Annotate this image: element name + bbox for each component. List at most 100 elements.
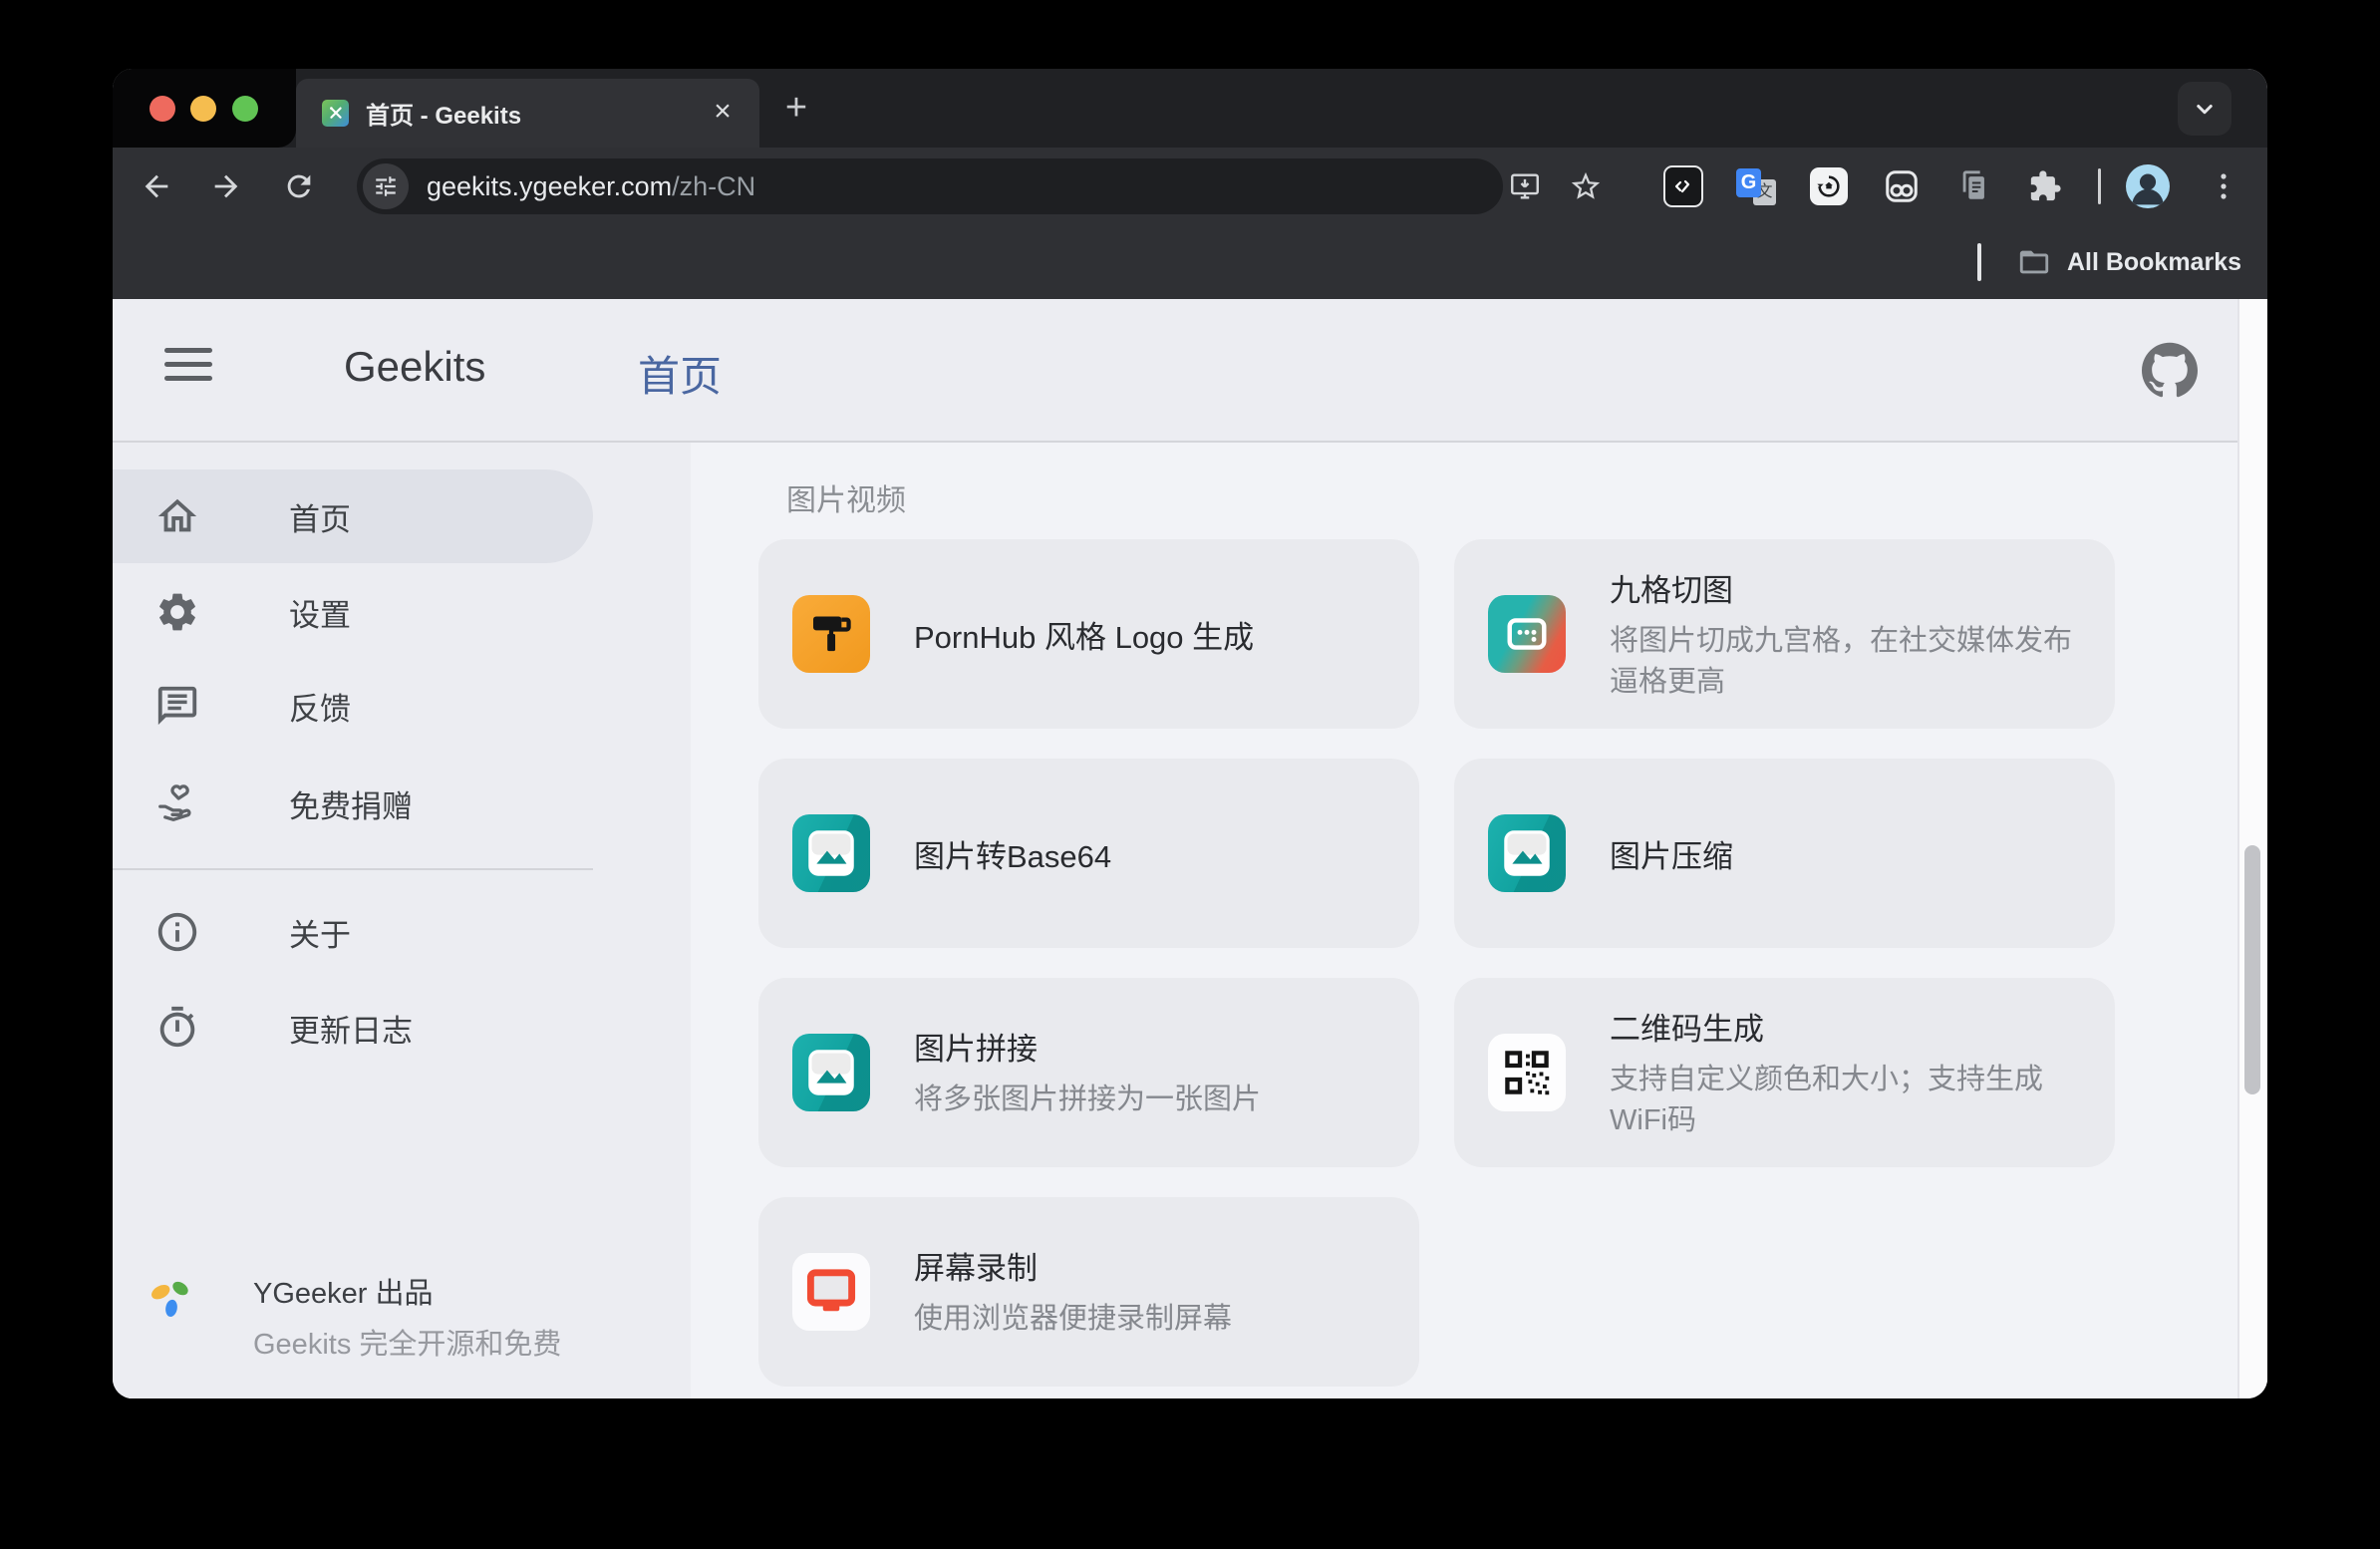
tab-strip: 首页 - Geekits × + xyxy=(113,69,2267,148)
scrollbar-thumb[interactable] xyxy=(2244,845,2260,1094)
card-image-stitch[interactable]: 图片拼接 将多张图片拼接为一张图片 xyxy=(758,978,1419,1167)
footer-publisher: YGeeker 出品 xyxy=(253,1270,561,1312)
extension-home-refresh-button[interactable] xyxy=(1809,166,1849,206)
card-title: 二维码生成 xyxy=(1610,1004,2079,1049)
toolbar-separator xyxy=(2098,168,2101,204)
person-icon xyxy=(2126,164,2170,208)
sidebar-item-label: 关于 xyxy=(289,910,351,955)
card-title: 图片压缩 xyxy=(1610,831,1733,876)
info-icon xyxy=(154,909,200,955)
card-subtitle: 使用浏览器便捷录制屏幕 xyxy=(914,1299,1232,1340)
profile-avatar[interactable] xyxy=(2126,164,2170,208)
copy-pages-icon xyxy=(1957,169,1991,203)
url-text[interactable]: geekits.ygeeker.com/zh-CN xyxy=(427,171,755,202)
image-icon xyxy=(792,814,870,892)
card-subtitle: 支持自定义颜色和大小；支持生成WiFi码 xyxy=(1610,1060,2079,1141)
sidebar-item-home[interactable]: 首页 xyxy=(113,469,593,563)
bookmarks-separator xyxy=(1977,243,1981,281)
sidebar-divider xyxy=(113,868,593,870)
sidebar-item-changelog[interactable]: 更新日志 xyxy=(113,981,593,1075)
all-bookmarks-button[interactable]: All Bookmarks xyxy=(2067,248,2241,277)
site-favicon-icon xyxy=(322,100,349,127)
browser-toolbar: geekits.ygeeker.com/zh-CN 文G xyxy=(113,148,2267,225)
sidebar-item-label: 设置 xyxy=(289,590,351,635)
browser-tab[interactable]: 首页 - Geekits × xyxy=(296,79,759,148)
timer-icon xyxy=(154,1005,200,1051)
card-title: 九格切图 xyxy=(1610,565,2079,610)
menu-hamburger-icon[interactable] xyxy=(164,348,212,390)
extensions-puzzle-icon[interactable] xyxy=(2028,169,2062,203)
sidebar-item-feedback[interactable]: 反馈 xyxy=(113,659,593,753)
back-icon[interactable] xyxy=(140,169,173,203)
install-app-icon[interactable] xyxy=(1508,169,1542,203)
card-image-to-base64[interactable]: 图片转Base64 xyxy=(758,759,1419,948)
home-icon xyxy=(154,493,200,539)
sidebar: 首页 设置 反馈 免费捐赠 xyxy=(113,443,691,1398)
goggles-icon xyxy=(1883,167,1921,205)
feedback-icon xyxy=(154,683,200,729)
reload-icon[interactable] xyxy=(282,169,316,203)
extension-mask-button[interactable] xyxy=(1882,166,1922,206)
card-subtitle: 将多张图片拼接为一张图片 xyxy=(914,1080,1261,1120)
image-icon xyxy=(1488,814,1566,892)
home-refresh-icon xyxy=(1810,167,1848,205)
sidebar-item-label: 首页 xyxy=(289,494,351,539)
code-icon xyxy=(1663,165,1703,207)
footer-tagline: Geekits 完全开源和免费 xyxy=(253,1321,561,1363)
chevron-down-icon xyxy=(2190,94,2220,124)
close-window-button[interactable] xyxy=(149,96,175,122)
page-scrollbar[interactable] xyxy=(2237,299,2267,1398)
page-body: 首页 设置 反馈 免费捐赠 xyxy=(113,443,2267,1398)
card-nine-grid-crop[interactable]: 九格切图 将图片切成九宫格，在社交媒体发布逼格更高 xyxy=(1454,539,2115,729)
gear-icon xyxy=(154,589,200,635)
hand-heart-icon xyxy=(154,780,200,826)
sidebar-item-settings[interactable]: 设置 xyxy=(113,565,593,659)
tool-card-grid: PornHub 风格 Logo 生成 xyxy=(758,539,2115,1387)
extension-translate-button[interactable]: 文G xyxy=(1736,166,1776,206)
extension-devtool-button[interactable] xyxy=(1663,166,1703,206)
qrcode-icon xyxy=(1488,1034,1566,1111)
card-pornhub-logo[interactable]: PornHub 风格 Logo 生成 xyxy=(758,539,1419,729)
card-qrcode-generator[interactable]: 二维码生成 支持自定义颜色和大小；支持生成WiFi码 xyxy=(1454,978,2115,1167)
tab-close-icon[interactable]: × xyxy=(706,97,740,131)
sidebar-item-label: 更新日志 xyxy=(289,1006,413,1051)
bookmarks-bar: All Bookmarks xyxy=(113,225,2267,299)
new-tab-button[interactable]: + xyxy=(776,89,816,129)
fullscreen-window-button[interactable] xyxy=(232,96,258,122)
extension-clipboard-button[interactable] xyxy=(1954,166,1994,206)
forward-icon[interactable] xyxy=(209,169,243,203)
site-brand[interactable]: Geekits xyxy=(344,343,485,391)
grid-crop-icon xyxy=(1488,595,1566,673)
card-image-compress[interactable]: 图片压缩 xyxy=(1454,759,2115,948)
tab-search-button[interactable] xyxy=(2178,82,2231,136)
ygeeker-logo-icon xyxy=(148,1276,195,1324)
bookmark-star-icon[interactable] xyxy=(1569,169,1603,203)
screen-record-icon xyxy=(792,1253,870,1331)
card-subtitle: 将图片切成九宫格，在社交媒体发布逼格更高 xyxy=(1610,621,2079,703)
paint-roller-icon xyxy=(792,595,870,673)
section-title: 图片视频 xyxy=(786,475,906,519)
card-title: 图片拼接 xyxy=(914,1024,1261,1069)
github-icon[interactable] xyxy=(2142,342,2198,398)
sidebar-item-donate[interactable]: 免费捐赠 xyxy=(113,757,593,850)
card-screen-record[interactable]: 屏幕录制 使用浏览器便捷录制屏幕 xyxy=(758,1197,1419,1387)
main-content: 图片视频 PornHub 风格 Logo 生成 xyxy=(691,443,2239,1398)
card-title: PornHub 风格 Logo 生成 xyxy=(914,612,1254,657)
browser-menu-icon[interactable] xyxy=(2212,169,2235,203)
current-page-title: 首页 xyxy=(638,343,722,404)
address-bar[interactable]: geekits.ygeeker.com/zh-CN xyxy=(357,158,1503,214)
tune-icon xyxy=(373,173,399,199)
browser-window: 首页 - Geekits × + geekits.ygeeker.com/zh-… xyxy=(113,69,2267,1398)
card-title: 图片转Base64 xyxy=(914,831,1111,876)
sidebar-footer: YGeeker 出品 Geekits 完全开源和免费 xyxy=(148,1270,561,1363)
card-title: 屏幕录制 xyxy=(914,1243,1232,1288)
translate-icon: 文G xyxy=(1736,166,1776,206)
window-controls xyxy=(113,69,296,148)
web-page: Geekits 首页 首页 设置 反馈 xyxy=(113,299,2267,1398)
minimize-window-button[interactable] xyxy=(190,96,216,122)
sidebar-item-about[interactable]: 关于 xyxy=(113,885,593,979)
site-settings-button[interactable] xyxy=(363,163,409,209)
sidebar-item-label: 反馈 xyxy=(289,684,351,729)
tab-title: 首页 - Geekits xyxy=(366,96,521,131)
sidebar-item-label: 免费捐赠 xyxy=(289,781,413,826)
